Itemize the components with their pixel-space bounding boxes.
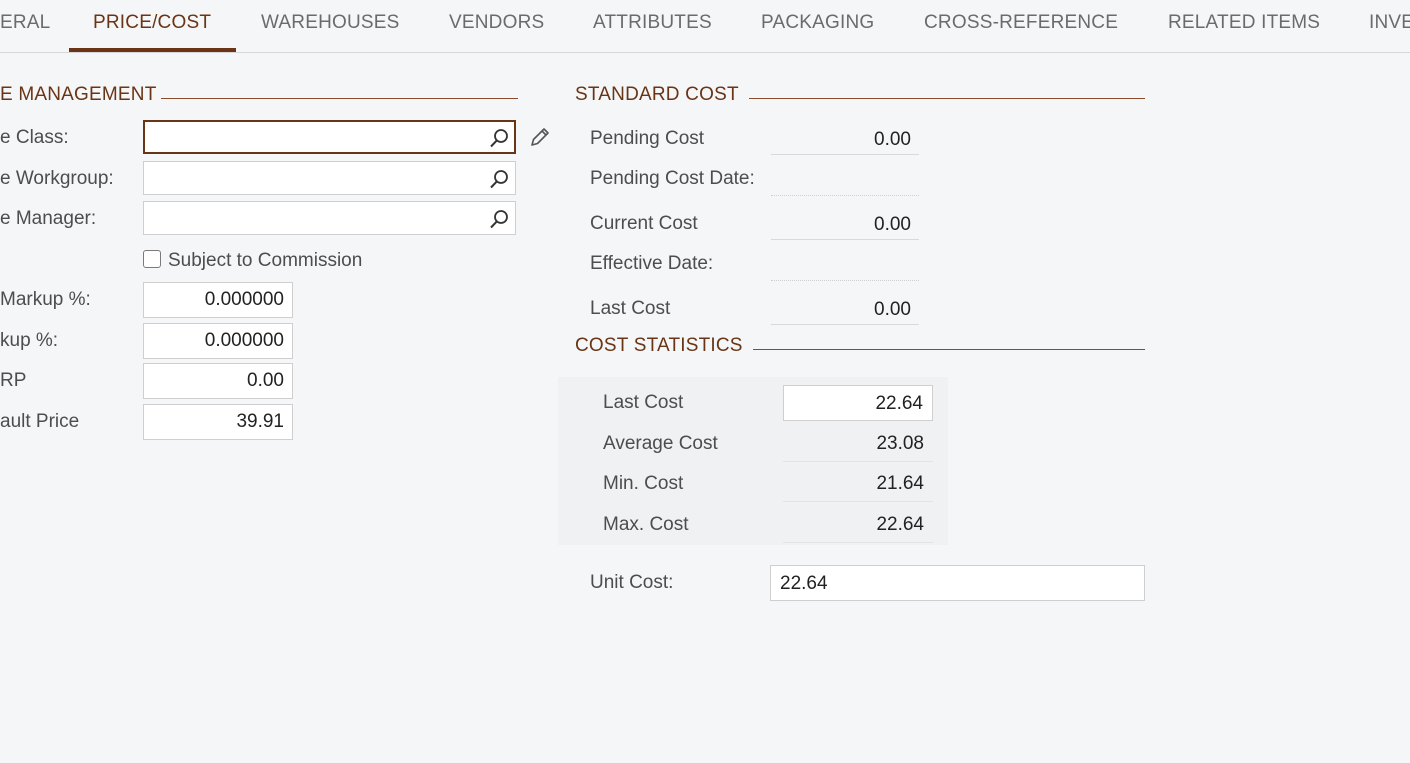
tab-price-cost[interactable]: PRICE/COST xyxy=(93,12,211,34)
stat-last-cost-value[interactable]: 22.64 xyxy=(783,385,933,421)
average-cost-value: 23.08 xyxy=(783,426,933,462)
price-manager-field[interactable] xyxy=(143,201,516,235)
tab-related-items[interactable]: RELATED ITEMS xyxy=(1168,12,1320,34)
default-price-label: ault Price xyxy=(0,411,80,432)
price-workgroup-field[interactable] xyxy=(143,161,516,195)
price-manager-input[interactable] xyxy=(152,207,472,229)
max-cost-value: 22.64 xyxy=(783,507,933,543)
default-price-field[interactable]: 39.91 xyxy=(143,404,293,440)
effective-date-label: Effective Date: xyxy=(590,253,714,274)
section-divider xyxy=(749,98,1145,99)
unit-cost-field[interactable]: 22.64 xyxy=(770,565,1145,601)
tab-attributes[interactable]: ATTRIBUTES xyxy=(593,12,712,34)
current-cost-value: 0.00 xyxy=(771,206,919,240)
section-divider xyxy=(753,349,1145,350)
pending-cost-label: Pending Cost xyxy=(590,128,705,149)
tab-vendors[interactable]: VENDORS xyxy=(449,12,544,34)
pending-cost-date-label: Pending Cost Date: xyxy=(590,168,755,189)
search-icon[interactable] xyxy=(488,208,510,230)
price-class-input[interactable] xyxy=(152,126,472,148)
price-manager-label: e Manager: xyxy=(0,208,97,229)
min-markup-field[interactable]: 0.000000 xyxy=(143,282,293,318)
last-cost-value: 0.00 xyxy=(771,291,919,325)
search-icon[interactable] xyxy=(488,127,510,149)
tab-bar: ERAL PRICE/COST WAREHOUSES VENDORS ATTRI… xyxy=(0,0,1410,53)
min-markup-label: Markup %: xyxy=(0,289,91,310)
unit-cost-label: Unit Cost: xyxy=(590,572,674,593)
tab-packaging[interactable]: PACKAGING xyxy=(761,12,874,34)
markup-label: kup %: xyxy=(0,330,59,351)
max-cost-label: Max. Cost xyxy=(603,514,689,535)
min-cost-value: 21.64 xyxy=(783,466,933,502)
subject-to-commission-label[interactable]: Subject to Commission xyxy=(168,250,362,272)
price-class-field[interactable] xyxy=(143,120,516,154)
price-workgroup-input[interactable] xyxy=(152,167,472,189)
markup-field[interactable]: 0.000000 xyxy=(143,323,293,359)
msrp-field[interactable]: 0.00 xyxy=(143,363,293,399)
stat-last-cost-label: Last Cost xyxy=(603,392,684,413)
cost-statistics-title: COST STATISTICS xyxy=(575,335,743,356)
standard-cost-title: STANDARD COST xyxy=(575,84,739,105)
tab-inventory[interactable]: INVE xyxy=(1369,12,1410,34)
active-tab-indicator xyxy=(69,48,236,52)
current-cost-label: Current Cost xyxy=(590,213,698,234)
section-divider xyxy=(161,98,518,99)
price-class-label: e Class: xyxy=(0,127,69,148)
pending-cost-value: 0.00 xyxy=(771,121,919,155)
subject-to-commission-checkbox[interactable] xyxy=(143,250,161,268)
tab-general[interactable]: ERAL xyxy=(0,12,50,34)
pencil-icon[interactable] xyxy=(528,125,552,149)
search-icon[interactable] xyxy=(488,168,510,190)
tab-warehouses[interactable]: WAREHOUSES xyxy=(261,12,400,34)
tab-cross-reference[interactable]: CROSS-REFERENCE xyxy=(924,12,1118,34)
price-workgroup-label: e Workgroup: xyxy=(0,168,114,189)
min-cost-label: Min. Cost xyxy=(603,473,684,494)
last-cost-label: Last Cost xyxy=(590,298,671,319)
msrp-label: RP xyxy=(0,370,27,391)
average-cost-label: Average Cost xyxy=(603,433,718,454)
price-management-title: E MANAGEMENT xyxy=(0,84,157,105)
effective-date-value xyxy=(771,247,919,281)
pending-cost-date-value xyxy=(771,162,919,196)
